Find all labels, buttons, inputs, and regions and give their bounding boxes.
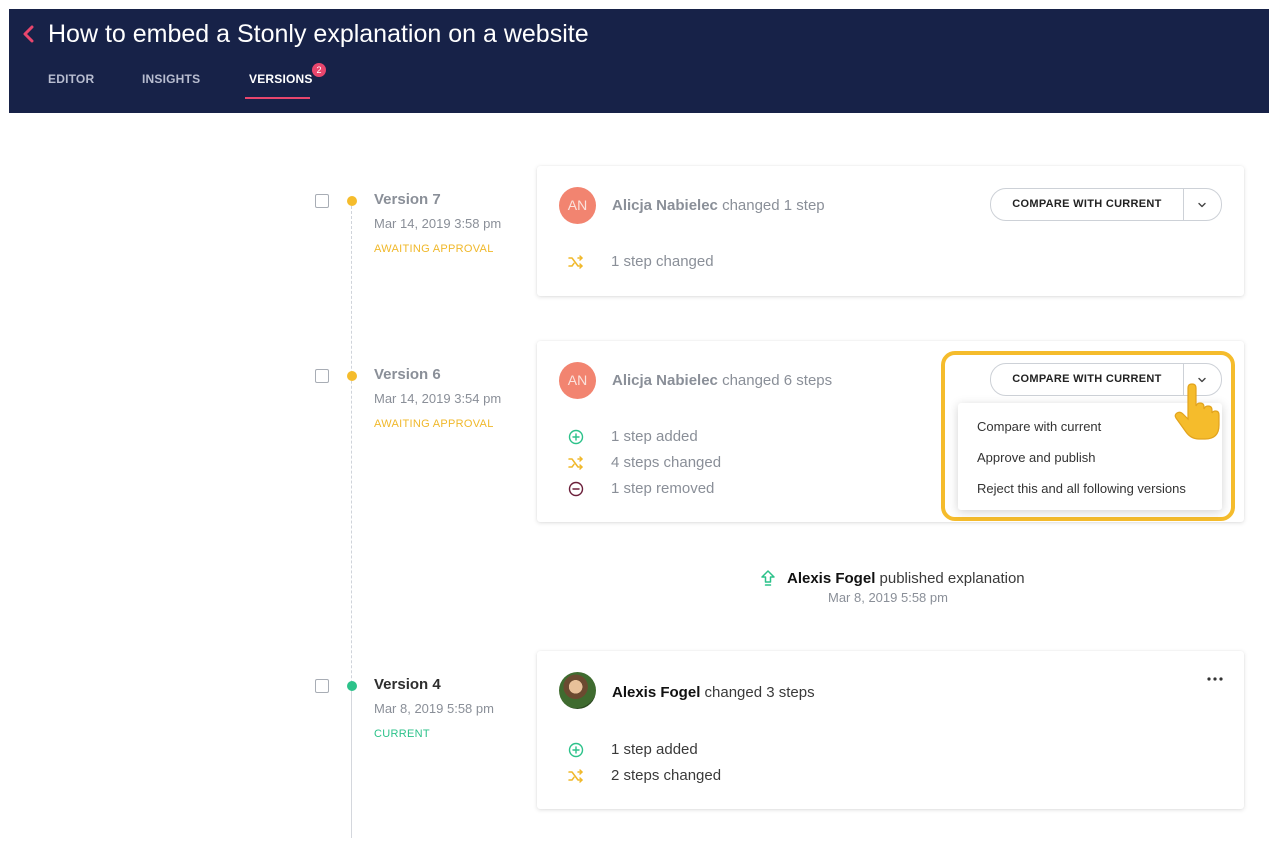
tab-editor[interactable]: EDITOR	[48, 72, 94, 86]
version-6-date: Mar 14, 2019 3:54 pm	[374, 391, 502, 406]
menu-item-reject-versions[interactable]: Reject this and all following versions	[977, 481, 1186, 497]
version-7-author-line: Alicja Nabielec changed 1 step	[612, 197, 825, 214]
version-4-checkbox[interactable]	[315, 679, 329, 693]
version-6-author-line: Alicja Nabielec changed 6 steps	[612, 372, 833, 389]
more-options-icon[interactable]	[1205, 675, 1225, 683]
timeline-solid-line	[351, 686, 352, 838]
version-4-author-line: Alexis Fogel changed 3 steps	[612, 684, 815, 701]
compare-with-current-label[interactable]: COMPARE WITH CURRENT	[991, 189, 1183, 220]
version-7-card: AN Alicja Nabielec changed 1 step COMPAR…	[537, 166, 1244, 296]
tab-insights[interactable]: INSIGHTS	[142, 72, 200, 86]
avatar: AN	[559, 362, 596, 399]
publish-event-line: Alexis Fogel published explanation	[787, 570, 1025, 587]
back-chevron-icon[interactable]	[22, 25, 36, 43]
top-bar: How to embed a Stonly explanation on a w…	[9, 9, 1269, 113]
menu-item-approve-and-publish[interactable]: Approve and publish	[977, 450, 1096, 466]
page-title: How to embed a Stonly explanation on a w…	[48, 20, 589, 48]
versions-count-badge: 2	[312, 63, 326, 77]
version-7-timeline-dot	[347, 196, 357, 206]
version-4-name: Version 4	[374, 676, 441, 693]
version-6-status: AWAITING APPROVAL	[374, 418, 494, 430]
version-7-name: Version 7	[374, 191, 441, 208]
chevron-down-icon[interactable]	[1196, 199, 1208, 211]
publish-event-date: Mar 8, 2019 5:58 pm	[828, 590, 948, 605]
version-4-status: CURRENT	[374, 728, 430, 740]
version-4-timeline-dot	[347, 681, 357, 691]
button-divider	[1183, 189, 1184, 220]
version-6-name: Version 6	[374, 366, 441, 383]
tab-versions[interactable]: VERSIONS	[249, 72, 313, 86]
shuffle-icon	[568, 456, 583, 470]
version-6-checkbox[interactable]	[315, 369, 329, 383]
version-4-card: Alexis Fogel changed 3 steps 1 step adde…	[537, 651, 1244, 809]
version-7-status: AWAITING APPROVAL	[374, 243, 494, 255]
version-7-date: Mar 14, 2019 3:58 pm	[374, 216, 502, 231]
version-4-date: Mar 8, 2019 5:58 pm	[374, 701, 494, 716]
publish-arrow-icon	[761, 570, 775, 586]
plus-circle-icon	[568, 429, 584, 445]
avatar: AN	[559, 187, 596, 224]
minus-circle-icon	[568, 481, 584, 497]
compare-with-current-button[interactable]: COMPARE WITH CURRENT	[990, 188, 1222, 221]
pointer-hand-icon	[1174, 383, 1220, 440]
shuffle-icon	[568, 769, 583, 783]
plus-circle-icon	[568, 742, 584, 758]
active-tab-indicator	[245, 97, 310, 99]
version-7-checkbox[interactable]	[315, 194, 329, 208]
menu-item-compare-with-current[interactable]: Compare with current	[977, 419, 1101, 435]
shuffle-icon	[568, 255, 583, 269]
avatar	[559, 672, 596, 709]
version-6-timeline-dot	[347, 371, 357, 381]
